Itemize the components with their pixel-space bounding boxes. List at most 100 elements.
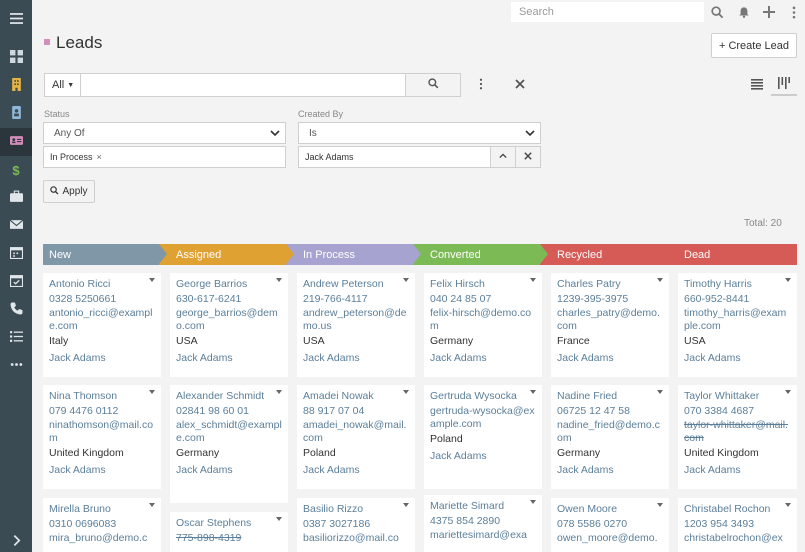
sidebar-collapse-button[interactable]: [0, 528, 32, 552]
card-menu-icon[interactable]: [785, 503, 791, 507]
lead-email[interactable]: ninathomson@mail.com: [49, 419, 155, 445]
lead-assigned-user[interactable]: Jack Adams: [684, 462, 791, 479]
lead-assigned-user[interactable]: Jack Adams: [303, 462, 409, 479]
kanban-view-button[interactable]: [771, 74, 797, 96]
lead-card[interactable]: Owen Moore 078 5586 0270 owen_moore@demo…: [551, 498, 669, 552]
lead-phone[interactable]: 219-766-4117: [303, 291, 409, 307]
lead-assigned-user[interactable]: Jack Adams: [557, 350, 663, 367]
lead-phone[interactable]: 070 3384 4687: [684, 403, 791, 419]
card-menu-icon[interactable]: [403, 503, 409, 507]
card-menu-icon[interactable]: [403, 278, 409, 282]
lead-email[interactable]: mira_bruno@demo.c: [49, 532, 155, 545]
nav-accounts[interactable]: [0, 72, 32, 100]
lead-assigned-user[interactable]: Jack Adams: [176, 462, 282, 479]
lead-email[interactable]: basiliorizzo@mail.co: [303, 532, 409, 545]
card-menu-icon[interactable]: [276, 390, 282, 394]
create-lead-button[interactable]: + Create Lead: [711, 33, 797, 58]
card-menu-icon[interactable]: [149, 390, 155, 394]
lead-name[interactable]: Charles Patry: [557, 277, 663, 291]
lead-email[interactable]: charles_patry@demo.com: [557, 307, 663, 333]
lead-email[interactable]: christabelrochon@ex: [684, 532, 791, 545]
lead-phone[interactable]: 0387 3027186: [303, 516, 409, 532]
lead-card[interactable]: Antonio Ricci 0328 5250661 antonio_ricci…: [43, 273, 161, 377]
lead-assigned-user[interactable]: Jack Adams: [430, 350, 536, 367]
card-menu-icon[interactable]: [657, 390, 663, 394]
lead-card[interactable]: Nadine Fried 06725 12 47 58 nadine_fried…: [551, 385, 669, 489]
lead-card[interactable]: Mariette Simard 4375 854 2890 mariettesi…: [424, 495, 542, 552]
lead-phone[interactable]: 775-898-4319: [176, 530, 282, 546]
lead-name[interactable]: Nadine Fried: [557, 389, 663, 403]
reset-filters-button[interactable]: [512, 76, 528, 92]
lead-phone[interactable]: 0328 5250661: [49, 291, 155, 307]
nav-tasks[interactable]: [0, 324, 32, 352]
nav-emails[interactable]: [0, 212, 32, 240]
lead-email[interactable]: gertruda-wysocka@example.com: [430, 405, 536, 431]
nav-contacts[interactable]: [0, 100, 32, 128]
nav-calls[interactable]: [0, 296, 32, 324]
lead-email[interactable]: timothy_harris@example.com: [684, 307, 791, 333]
lead-assigned-user[interactable]: Jack Adams: [430, 448, 536, 465]
text-filter-input[interactable]: [80, 73, 406, 97]
nav-more[interactable]: [0, 352, 32, 380]
lead-email[interactable]: owen_moore@demo.: [557, 532, 663, 545]
lead-card[interactable]: Oscar Stephens 775-898-4319: [170, 512, 288, 552]
lead-phone[interactable]: 630-617-6241: [176, 291, 282, 307]
lead-email[interactable]: antonio_ricci@example.com: [49, 307, 155, 333]
lead-assigned-user[interactable]: Jack Adams: [684, 350, 791, 367]
lead-name[interactable]: Nina Thomson: [49, 389, 155, 403]
lead-card[interactable]: Mirella Bruno 0310 0696083 mira_bruno@de…: [43, 498, 161, 552]
lead-phone[interactable]: 06725 12 47 58: [557, 403, 663, 419]
lead-phone[interactable]: 1203 954 3493: [684, 516, 791, 532]
card-menu-icon[interactable]: [276, 517, 282, 521]
lead-email[interactable]: taylor-whittaker@mail.com: [684, 419, 791, 445]
lead-name[interactable]: Andrew Peterson: [303, 277, 409, 291]
lead-email[interactable]: felix-hirsch@demo.com: [430, 307, 536, 333]
lead-name[interactable]: Mariette Simard: [430, 499, 536, 513]
card-menu-icon[interactable]: [657, 503, 663, 507]
lead-card[interactable]: Basilio Rizzo 0387 3027186 basiliorizzo@…: [297, 498, 415, 552]
lead-name[interactable]: Felix Hirsch: [430, 277, 536, 291]
lead-name[interactable]: Taylor Whittaker: [684, 389, 791, 403]
lead-phone[interactable]: 078 5586 0270: [557, 516, 663, 532]
kebab-menu-icon[interactable]: [786, 4, 802, 20]
select-user-button[interactable]: [490, 146, 516, 168]
card-menu-icon[interactable]: [276, 278, 282, 282]
lead-assigned-user[interactable]: Jack Adams: [303, 350, 409, 367]
card-menu-icon[interactable]: [657, 278, 663, 282]
lead-phone[interactable]: 0310 0696083: [49, 516, 155, 532]
list-view-button[interactable]: [746, 74, 768, 96]
lead-card[interactable]: Nina Thomson 079 4476 0112 ninathomson@m…: [43, 385, 161, 489]
nav-opportunities[interactable]: $: [0, 156, 32, 184]
lead-email[interactable]: mariettesimard@exa: [430, 529, 536, 542]
lead-card[interactable]: Taylor Whittaker 070 3384 4687 taylor-wh…: [678, 385, 797, 489]
apply-filters-button[interactable]: Apply: [43, 180, 95, 203]
bell-icon[interactable]: [736, 4, 752, 20]
plus-icon[interactable]: [761, 4, 777, 20]
lead-name[interactable]: George Barrios: [176, 277, 282, 291]
lead-phone[interactable]: 88 917 07 04: [303, 403, 409, 419]
status-values-field[interactable]: In Process ×: [43, 146, 286, 168]
lead-name[interactable]: Alexander Schmidt: [176, 389, 282, 403]
lead-email[interactable]: nadine_fried@demo.com: [557, 419, 663, 445]
menu-toggle-button[interactable]: [0, 6, 32, 34]
lead-card[interactable]: Timothy Harris 660-952-8441 timothy_harr…: [678, 273, 797, 377]
lead-name[interactable]: Owen Moore: [557, 502, 663, 516]
lead-name[interactable]: Gertruda Wysocka: [430, 389, 536, 403]
nav-calendar[interactable]: [0, 240, 32, 268]
lead-phone[interactable]: 660-952-8441: [684, 291, 791, 307]
search-icon[interactable]: [709, 4, 725, 20]
card-menu-icon[interactable]: [785, 390, 791, 394]
card-menu-icon[interactable]: [530, 500, 536, 504]
created-by-operator-select[interactable]: Is: [298, 122, 541, 144]
lead-assigned-user[interactable]: Jack Adams: [176, 350, 282, 367]
lead-name[interactable]: Amadei Nowak: [303, 389, 409, 403]
nav-leads[interactable]: [0, 128, 32, 156]
lead-phone[interactable]: 02841 98 60 01: [176, 403, 282, 419]
lead-phone[interactable]: 4375 854 2890: [430, 513, 536, 529]
card-menu-icon[interactable]: [530, 278, 536, 282]
lead-name[interactable]: Timothy Harris: [684, 277, 791, 291]
card-menu-icon[interactable]: [785, 278, 791, 282]
remove-tag-icon[interactable]: ×: [97, 152, 102, 162]
search-button[interactable]: [405, 73, 461, 97]
lead-phone[interactable]: 079 4476 0112: [49, 403, 155, 419]
